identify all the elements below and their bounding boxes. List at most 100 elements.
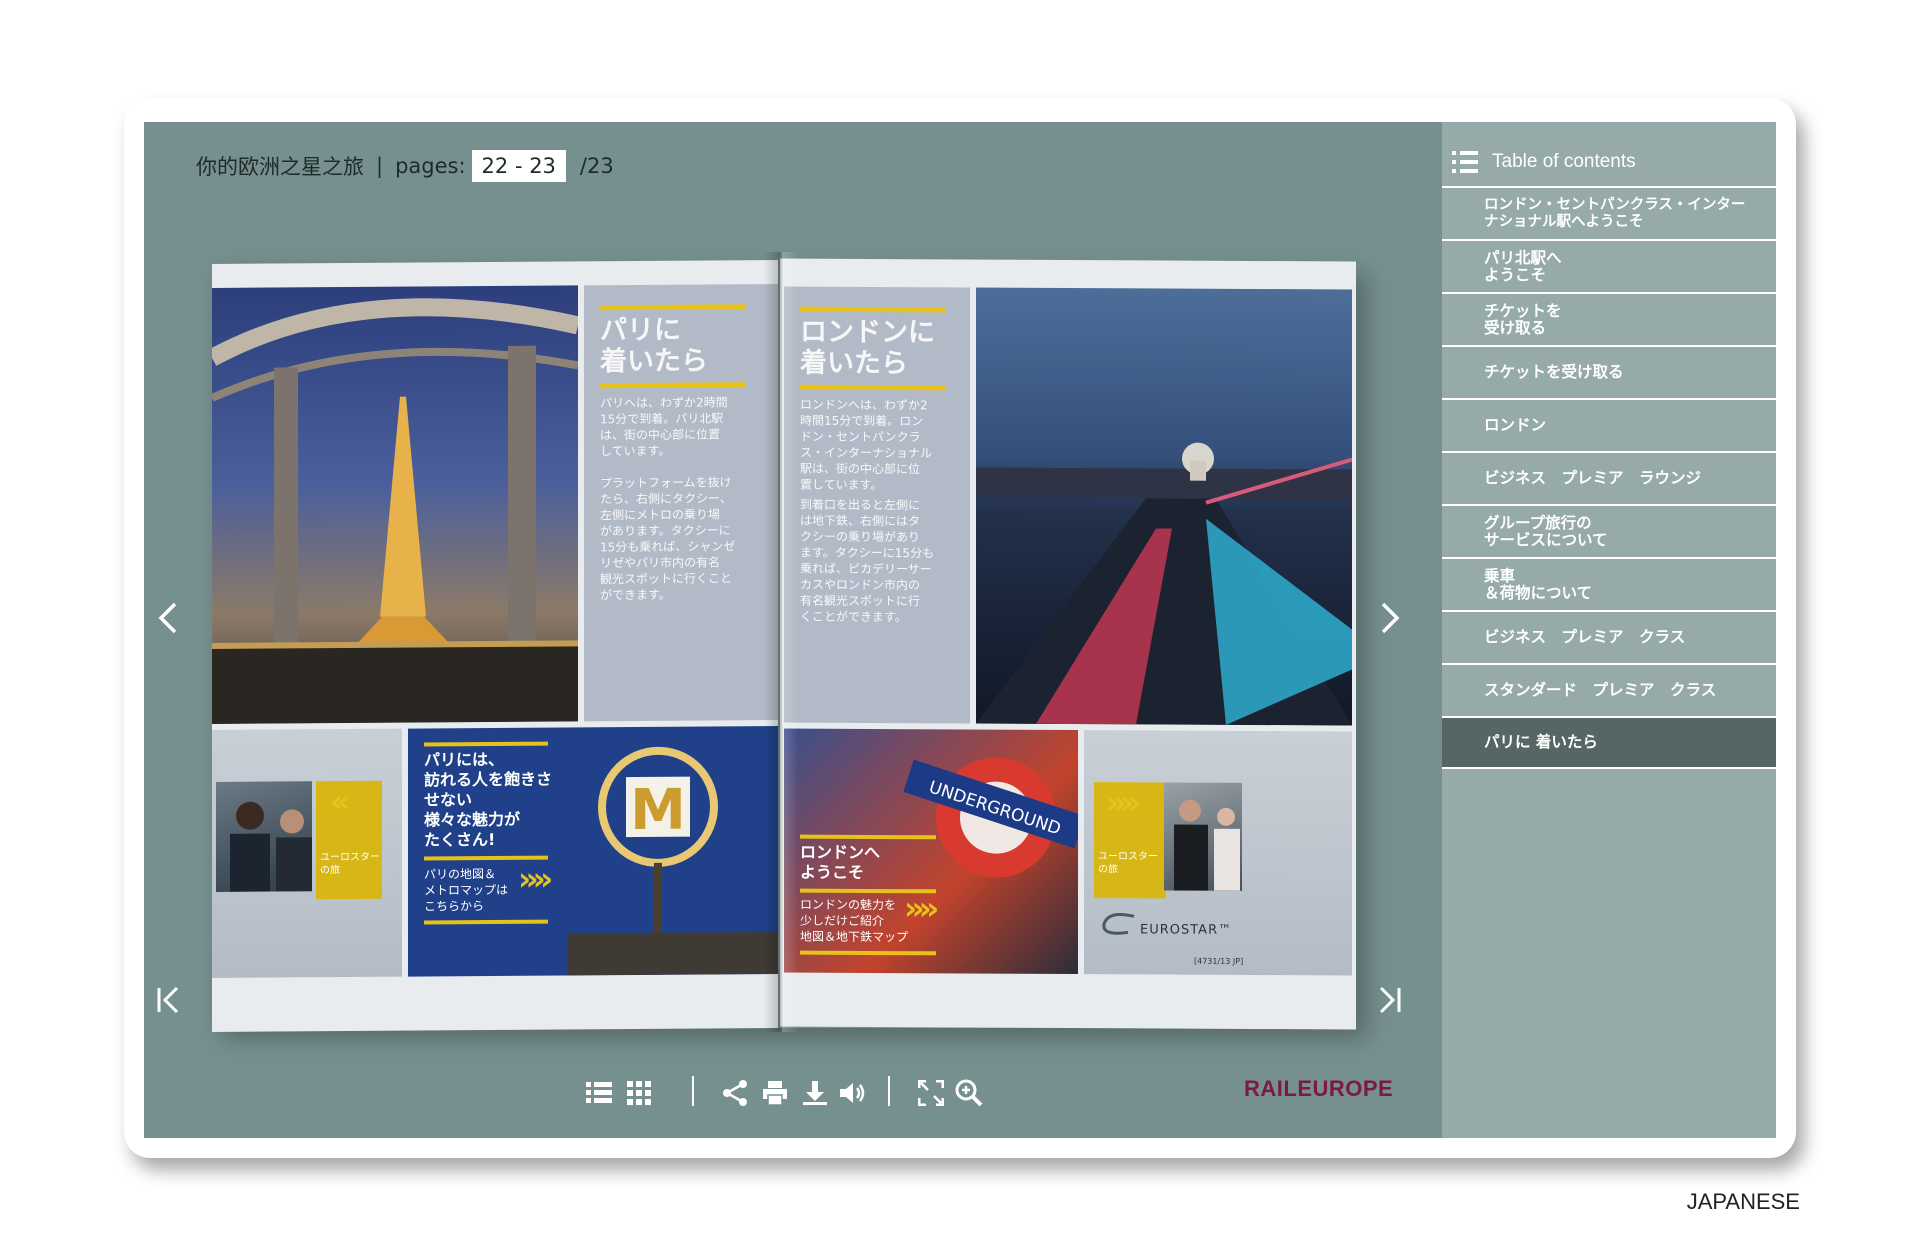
- chevron-right-double-icon: »»: [518, 859, 548, 898]
- underground-sign-graphic: UNDERGROUND: [904, 757, 1078, 878]
- zoom-in-button[interactable]: [952, 1076, 986, 1110]
- eiffel-scene: [212, 298, 578, 724]
- london-body-1: ロンドンへは、わずか2 時間15分で到着。ロン ドン・セントパンクラ ス・インタ…: [800, 397, 933, 493]
- pages-label: pages:: [395, 154, 466, 178]
- chevron-right-double-icon: »»: [1106, 783, 1136, 822]
- title-divider: |: [376, 154, 384, 178]
- page-number-input[interactable]: 22 - 23: [471, 150, 566, 182]
- last-page-icon: [1379, 986, 1401, 1014]
- eurostar-box-label: ユーロスター の旅: [320, 851, 380, 877]
- toc-item[interactable]: ビジネス プレミア クラス: [1442, 610, 1776, 663]
- viewer-header: 你的欧洲之星之旅 | pages: 22 - 23 /23: [196, 146, 614, 186]
- list-icon: [586, 1082, 612, 1103]
- eiffel-tower-photo: [212, 285, 578, 724]
- toc-item[interactable]: ビジネス プレミア ラウンジ: [1442, 451, 1776, 504]
- language-label: JAPANESE: [1686, 1189, 1800, 1214]
- promo-bottom-bar: [424, 919, 548, 925]
- fullscreen-icon: [918, 1080, 944, 1106]
- sound-icon: [840, 1083, 865, 1103]
- download-icon: [803, 1081, 827, 1105]
- chevron-right-double-icon: »»: [904, 889, 934, 928]
- eurostar-box-label: ユーロスター の旅: [1098, 851, 1158, 876]
- paris-body-2: プラットフォームを抜け たら、右側にタクシー、 左側にメトロの乗り場 があります…: [600, 475, 736, 603]
- london-text-panel: ロンドンに 着いたら ロンドンへは、わずか2 時間15分で到着。ロン ドン・セン…: [784, 286, 970, 724]
- table-of-contents-panel: Table of contents ロンドン・セントパンクラス・インター ナショ…: [1442, 122, 1776, 1138]
- toc-item[interactable]: グループ旅行の サービスについて: [1442, 504, 1776, 557]
- passenger-photo: [1164, 782, 1242, 891]
- left-page: パリに 着いたら パリへは、わずか2時間 15分で到着。パリ北駅 は、街の中心部…: [212, 260, 778, 1032]
- staff-photo: [216, 781, 312, 892]
- download-button[interactable]: [798, 1076, 832, 1110]
- grid-icon: [627, 1081, 651, 1105]
- heading-accent-bar: [800, 306, 946, 313]
- share-icon: [723, 1080, 747, 1106]
- promo-bottom-bar: [800, 950, 936, 956]
- toc-item[interactable]: チケットを受け取る: [1442, 345, 1776, 398]
- toc-item[interactable]: チケットを 受け取る: [1442, 292, 1776, 345]
- fullscreen-button[interactable]: [914, 1076, 948, 1110]
- raileurope-logo: RAILEUROPE: [1244, 1076, 1394, 1101]
- previous-page-button[interactable]: [148, 598, 188, 645]
- toc-item-active[interactable]: パリに 着いたら: [1442, 716, 1776, 769]
- last-page-button[interactable]: [1370, 980, 1410, 1027]
- promo-accent-bar: [800, 834, 936, 840]
- toc-header[interactable]: Table of contents: [1450, 142, 1636, 182]
- heading-accent-bar: [600, 304, 746, 311]
- toc-item[interactable]: ロンドン・セントパンクラス・インター ナショナル駅へようこそ: [1442, 186, 1776, 239]
- flipbook-viewer: 你的欧洲之星之旅 | pages: 22 - 23 /23 パリに 着いたら パ…: [144, 122, 1776, 1138]
- publication-title: 你的欧洲之星之旅: [196, 155, 364, 179]
- next-page-button[interactable]: [1370, 598, 1410, 645]
- staff-figures: [230, 801, 312, 892]
- list-icon: [1452, 151, 1478, 173]
- toc-toggle-button[interactable]: [582, 1076, 616, 1110]
- paris-promo-link: パリの地図＆ メトロマップは こちらから: [424, 866, 509, 914]
- eurostar-journey-tile[interactable]: « ユーロスター の旅: [212, 728, 402, 978]
- passenger-figure: [1174, 799, 1240, 891]
- toolbar-divider: [692, 1076, 694, 1106]
- total-pages: /23: [579, 154, 614, 178]
- print-icon: [763, 1081, 787, 1106]
- spread-gutter: [764, 252, 798, 1032]
- london-promo-link: ロンドンの魅力を 少しだけご紹介 地図＆地下鉄マップ: [800, 897, 909, 945]
- london-promo-headline: ロンドンへ ようこそ: [800, 842, 881, 882]
- heading-underline-bar: [600, 382, 746, 389]
- eurostar-box-left[interactable]: « ユーロスター の旅: [316, 780, 382, 900]
- toc-item[interactable]: パリ北駅へ ようこそ: [1442, 239, 1776, 292]
- zoom-in-icon: [955, 1079, 983, 1107]
- paris-promo-headline: パリには、 訪れる人を飽きさ せない 様々な魅力が たくさん!: [424, 749, 553, 850]
- heading-underline-bar: [800, 384, 946, 391]
- toc-item[interactable]: 乗車 ＆荷物について: [1442, 557, 1776, 610]
- share-button[interactable]: [718, 1076, 752, 1110]
- chevron-left-icon: [158, 602, 177, 634]
- chevron-right-icon: [1381, 602, 1400, 634]
- toc-item[interactable]: ロンドン: [1442, 398, 1776, 451]
- catalog-code: [4731/13 JP]: [1194, 956, 1244, 966]
- metro-sign-graphic: M: [568, 746, 778, 976]
- eurostar-tile-right[interactable]: »» ユーロスター の旅 EUROSTAR™ [4731/13 JP]: [1084, 730, 1352, 976]
- promo-accent-bar: [424, 741, 548, 747]
- eurostar-logo: EUROSTAR™: [1140, 922, 1233, 938]
- bridge-scene: [976, 442, 1352, 726]
- toc-heading: Table of contents: [1492, 151, 1636, 172]
- london-body-2: 到着口を出ると左側に は地下鉄、右側にはタ クシーの乗り場があり ます。タクシー…: [800, 497, 935, 625]
- toc-item[interactable]: スタンダード プレミア クラス: [1442, 663, 1776, 716]
- first-page-icon: [157, 986, 179, 1014]
- millennium-bridge-photo: [976, 287, 1352, 726]
- toc-list: ロンドン・セントパンクラス・インター ナショナル駅へようこそ パリ北駅へ ようこ…: [1442, 186, 1776, 769]
- eurostar-box-right[interactable]: »» ユーロスター の旅: [1094, 782, 1166, 899]
- magazine-spread[interactable]: パリに 着いたら パリへは、わずか2時間 15分で到着。パリ北駅 は、街の中心部…: [212, 252, 1362, 1032]
- toolbar-divider: [888, 1076, 890, 1106]
- chevron-left-double-icon: «: [330, 782, 345, 821]
- metro-letter: M: [630, 778, 686, 843]
- thumbnails-button[interactable]: [622, 1076, 656, 1110]
- paris-body-1: パリへは、わずか2時間 15分で到着。パリ北駅 は、街の中心部に位置 しています…: [600, 395, 728, 459]
- london-welcome-promo[interactable]: UNDERGROUND ロンドンへ ようこそ ロンドンの魅力を 少しだけご紹介 …: [784, 728, 1078, 975]
- sound-button[interactable]: [836, 1076, 870, 1110]
- right-page: ロンドンに 着いたら ロンドンへは、わずか2 時間15分で到着。ロン ドン・セン…: [780, 258, 1356, 1030]
- print-button[interactable]: [758, 1076, 792, 1110]
- paris-heading: パリに 着いたら: [600, 314, 708, 378]
- paris-text-panel: パリに 着いたら パリへは、わずか2時間 15分で到着。パリ北駅 は、街の中心部…: [584, 284, 778, 722]
- first-page-button[interactable]: [148, 980, 188, 1027]
- eurostar-swoosh-icon: [1102, 913, 1135, 935]
- paris-metro-promo[interactable]: M パリには、 訪れる人を飽きさ せない 様々な魅力が たくさん! パリの地図＆…: [408, 726, 778, 977]
